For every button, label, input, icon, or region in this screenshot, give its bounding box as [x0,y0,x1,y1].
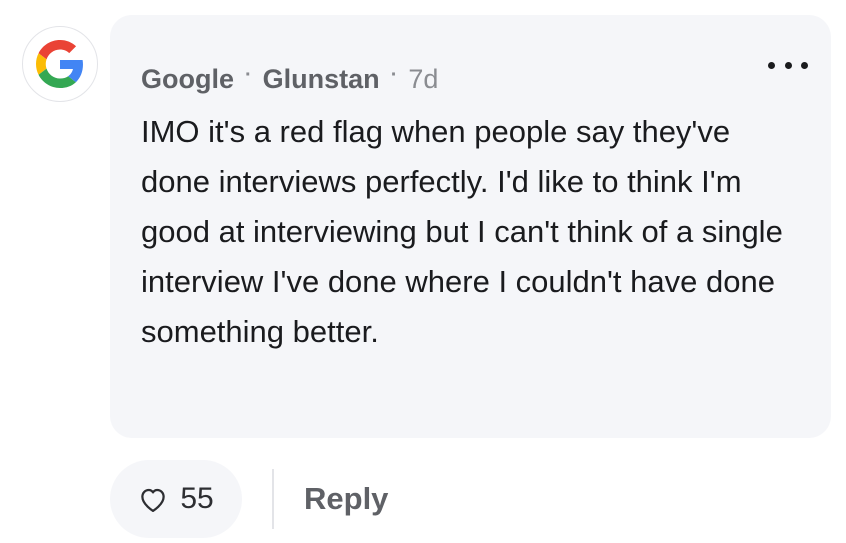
comment-bubble: Google · Glunstan · 7d IMO it's a red fl… [110,15,831,438]
comment-text: IMO it's a red flag when people say they… [141,114,783,349]
avatar[interactable] [22,26,98,102]
more-dot [784,61,792,69]
like-count: 55 [180,482,214,515]
company-name[interactable]: Google [141,64,234,95]
author-name[interactable]: Glunstan [263,64,380,95]
comment-actions: 55 Reply [110,460,388,538]
comment-card: Google · Glunstan · 7d IMO it's a red fl… [0,0,846,543]
comment-meta: Google · Glunstan · 7d [141,61,797,97]
more-options-icon[interactable] [768,54,808,76]
heart-icon [141,488,166,512]
like-button[interactable]: 55 [110,460,242,538]
meta-separator: · [245,63,252,86]
action-divider [272,469,274,529]
comment-timestamp: 7d [408,63,439,94]
reply-button[interactable]: Reply [304,481,388,517]
meta-separator: · [390,63,398,86]
more-dot [801,61,808,69]
google-g-logo-icon [36,40,83,88]
more-dot [768,61,775,69]
